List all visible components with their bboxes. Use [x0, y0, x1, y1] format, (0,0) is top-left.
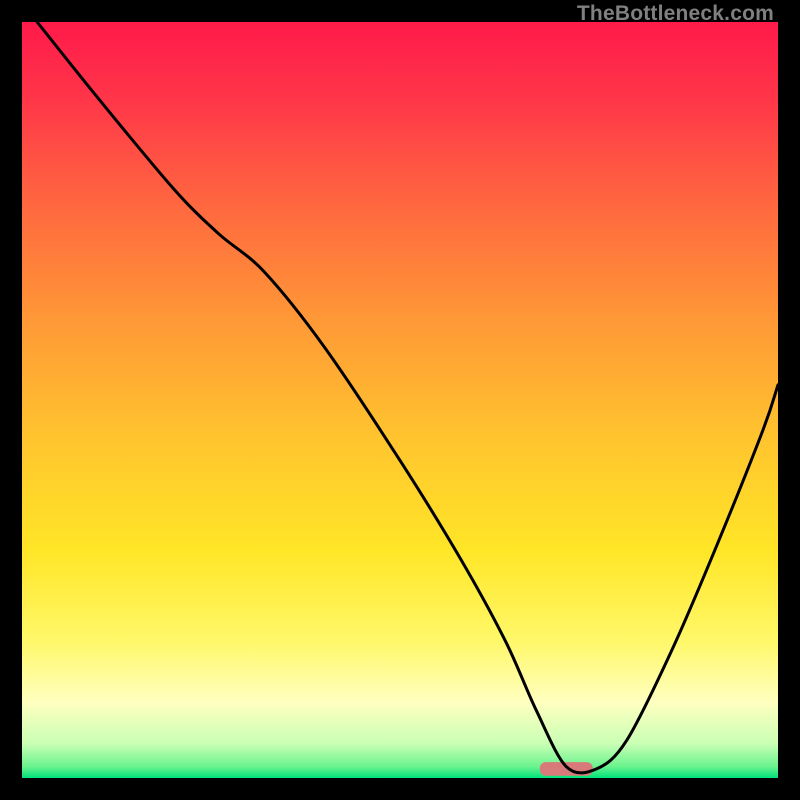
watermark-text: TheBottleneck.com: [577, 2, 774, 26]
chart-frame: [22, 22, 778, 778]
chart-svg: [22, 22, 778, 778]
